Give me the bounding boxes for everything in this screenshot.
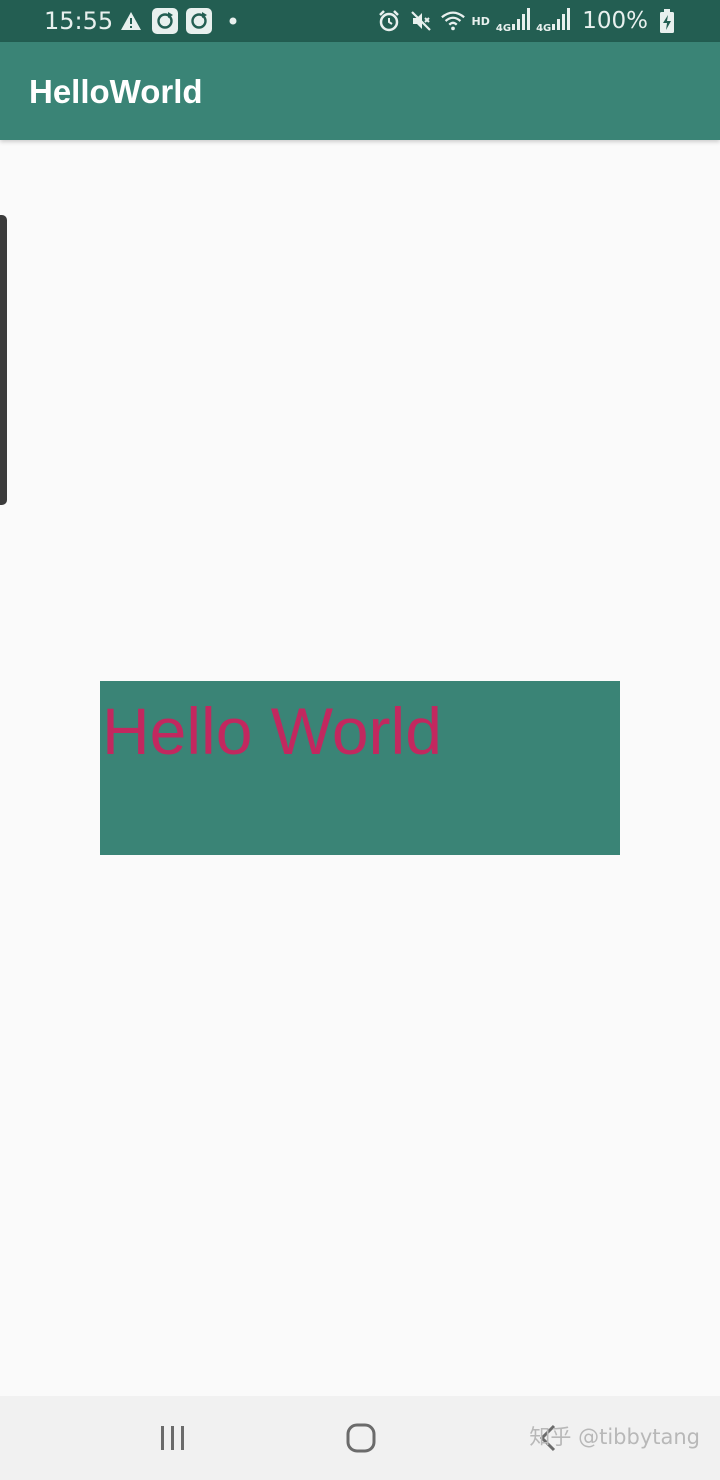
- home-icon[interactable]: [337, 1414, 385, 1462]
- hello-world-textview: Hello World: [100, 681, 620, 855]
- status-bar: 15:55 HD 4G 4G 100%: [0, 0, 720, 42]
- status-system-icons: HD 4G 4G 100%: [376, 6, 680, 36]
- hello-world-text: Hello World: [102, 694, 442, 768]
- alarm-icon: [376, 8, 402, 34]
- app-bar: HelloWorld: [0, 42, 720, 140]
- network-hd-label: HD: [471, 14, 490, 28]
- sim2-label: 4G: [536, 23, 552, 34]
- signal-icon: [552, 8, 571, 34]
- navigation-bar: 知乎 @tibbytang: [0, 1396, 720, 1480]
- battery-percentage: 100%: [582, 8, 648, 34]
- warning-icon: [118, 8, 144, 34]
- signal-icon: [512, 8, 531, 34]
- sync-icon: [152, 8, 178, 34]
- watermark: 知乎 @tibbytang: [529, 1425, 700, 1449]
- dot-icon: [220, 8, 246, 34]
- status-time: 15:55: [44, 7, 114, 35]
- app-title: HelloWorld: [29, 73, 203, 110]
- sim1-label: 4G: [495, 23, 512, 34]
- wifi-icon: [440, 8, 466, 34]
- mute-icon: [408, 8, 434, 34]
- signal-group-2: 4G: [536, 8, 571, 34]
- edge-panel-handle[interactable]: [0, 215, 7, 505]
- signal-group-1: 4G: [495, 8, 531, 34]
- recents-icon[interactable]: [149, 1414, 197, 1462]
- sync-icon: [186, 8, 212, 34]
- status-notification-icons: [118, 8, 246, 34]
- battery-charging-icon: [654, 8, 680, 34]
